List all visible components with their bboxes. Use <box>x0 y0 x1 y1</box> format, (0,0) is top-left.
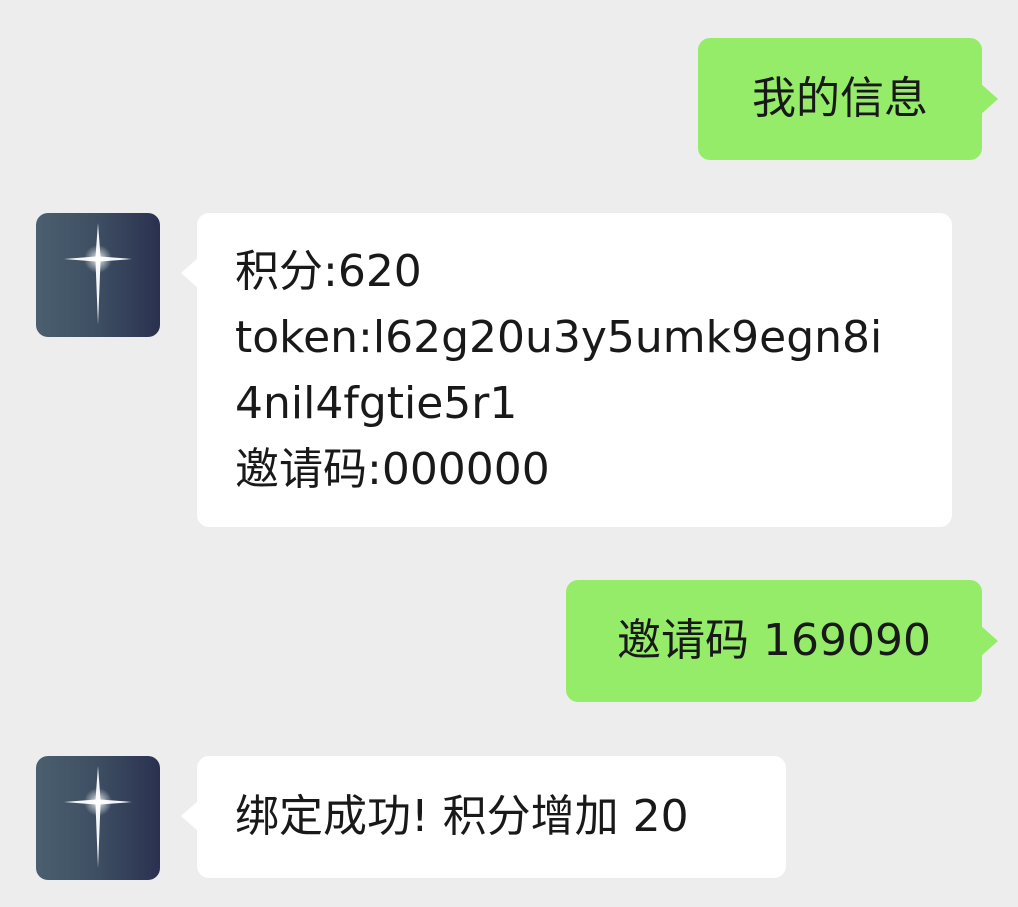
message-text: 邀请码 169090 <box>617 615 931 666</box>
outgoing-message-bubble[interactable]: 我的信息 <box>698 38 998 160</box>
bot-avatar[interactable] <box>36 756 160 880</box>
points-line: 积分:620 <box>235 246 422 297</box>
token-line: token:l62g20u3y5umk9egn8i <box>235 312 883 363</box>
incoming-message-bubble[interactable]: 积分:620 token:l62g20u3y5umk9egn8i 4nil4fg… <box>181 213 952 527</box>
token-line-continued: 4nil4fgtie5r1 <box>235 378 518 429</box>
incoming-message-bubble[interactable]: 绑定成功! 积分增加 20 <box>181 756 786 878</box>
invite-code-line: 邀请码:000000 <box>235 444 550 495</box>
message-text: 我的信息 <box>752 73 928 124</box>
message-text: 绑定成功! 积分增加 20 <box>235 791 689 842</box>
sparkle-star-icon <box>64 223 132 325</box>
outgoing-message-bubble[interactable]: 邀请码 169090 <box>566 580 998 702</box>
sparkle-star-icon <box>64 766 132 868</box>
bot-avatar[interactable] <box>36 213 160 337</box>
